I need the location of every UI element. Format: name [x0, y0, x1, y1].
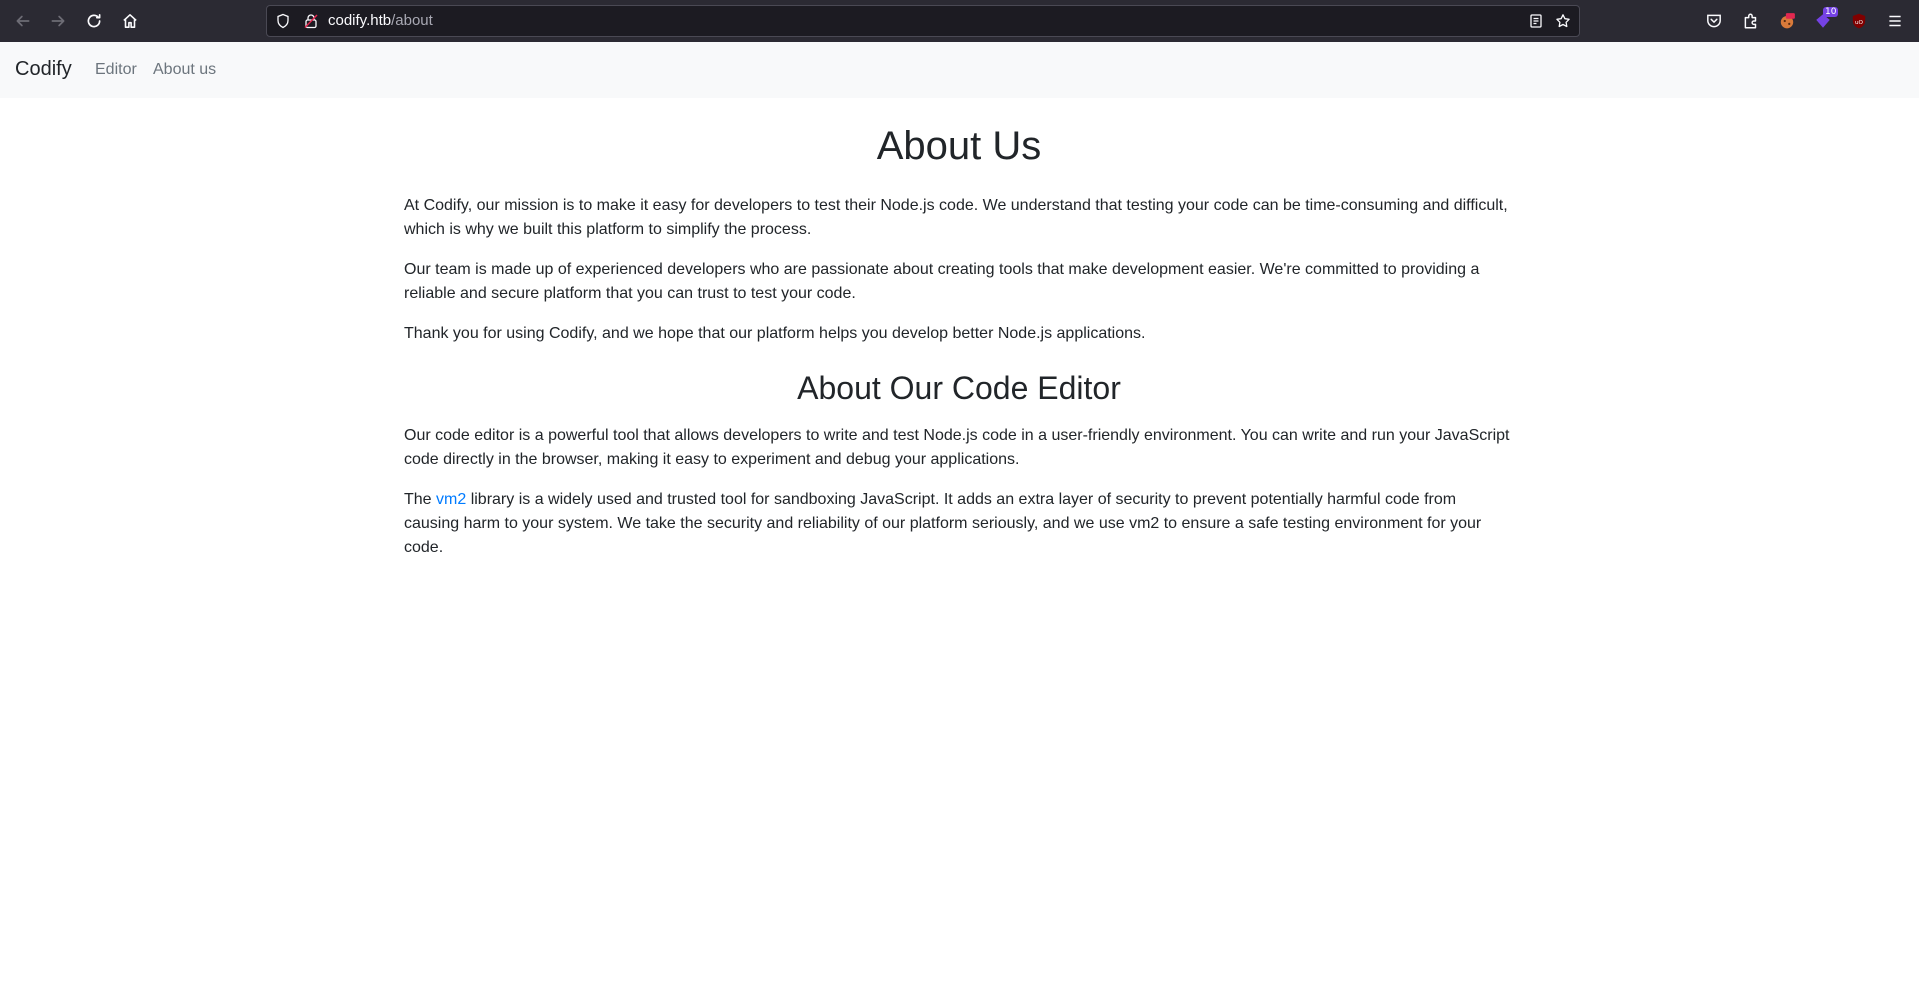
url-path: /about: [391, 12, 433, 29]
extensions-puzzle-icon[interactable]: [1741, 11, 1761, 31]
intro-paragraph-2: Our team is made up of experienced devel…: [404, 261, 1480, 302]
editor-paragraph-1: Our code editor is a powerful tool that …: [404, 427, 1510, 468]
bookmark-star-icon[interactable]: [1555, 13, 1571, 29]
editor-paragraph-2: The vm2 library is a widely used and tru…: [404, 488, 1514, 560]
shield-icon[interactable]: [275, 13, 291, 29]
url-host: codify.htb: [328, 12, 392, 29]
reload-icon: [87, 13, 101, 28]
address-bar[interactable]: codify.htb/about: [266, 5, 1580, 37]
reload-button[interactable]: [80, 7, 108, 35]
brand-link[interactable]: Codify: [15, 57, 72, 81]
hamburger-menu-icon[interactable]: [1885, 11, 1905, 31]
page-title: About Us: [876, 124, 1042, 168]
pocket-icon[interactable]: [1704, 11, 1724, 31]
lock-insecure-icon[interactable]: [303, 13, 319, 29]
nav-link-about-us[interactable]: About us: [153, 60, 216, 80]
home-button[interactable]: [116, 7, 144, 35]
back-arrow-icon: [16, 15, 30, 27]
site-navbar: Codify Editor About us: [0, 42, 1919, 98]
extension-badge-count: 10: [1823, 7, 1839, 17]
vm2-link[interactable]: vm2: [436, 491, 466, 508]
nav-link-editor[interactable]: Editor: [95, 60, 137, 80]
home-icon: [123, 14, 137, 28]
ublock-origin-icon[interactable]: uO: [1849, 11, 1869, 31]
forward-arrow-icon: [51, 15, 65, 27]
reader-view-icon[interactable]: [1528, 13, 1544, 29]
svg-text:uO: uO: [1855, 20, 1864, 26]
extension-cookie-icon[interactable]: [1777, 11, 1797, 31]
browser-toolbar: codify.htb/about 10 uO: [0, 0, 1919, 42]
editor-section-title: About Our Code Editor: [797, 370, 1121, 406]
back-button[interactable]: [9, 7, 37, 35]
intro-paragraph-1: At Codify, our mission is to make it eas…: [404, 197, 1508, 238]
url-text[interactable]: codify.htb/about: [328, 6, 433, 36]
intro-paragraph-3: Thank you for using Codify, and we hope …: [404, 325, 1146, 342]
forward-button[interactable]: [44, 7, 72, 35]
editor-paragraph-2-prefix: The: [404, 491, 437, 508]
editor-paragraph-2-suffix: library is a widely used and trusted too…: [404, 491, 1482, 556]
